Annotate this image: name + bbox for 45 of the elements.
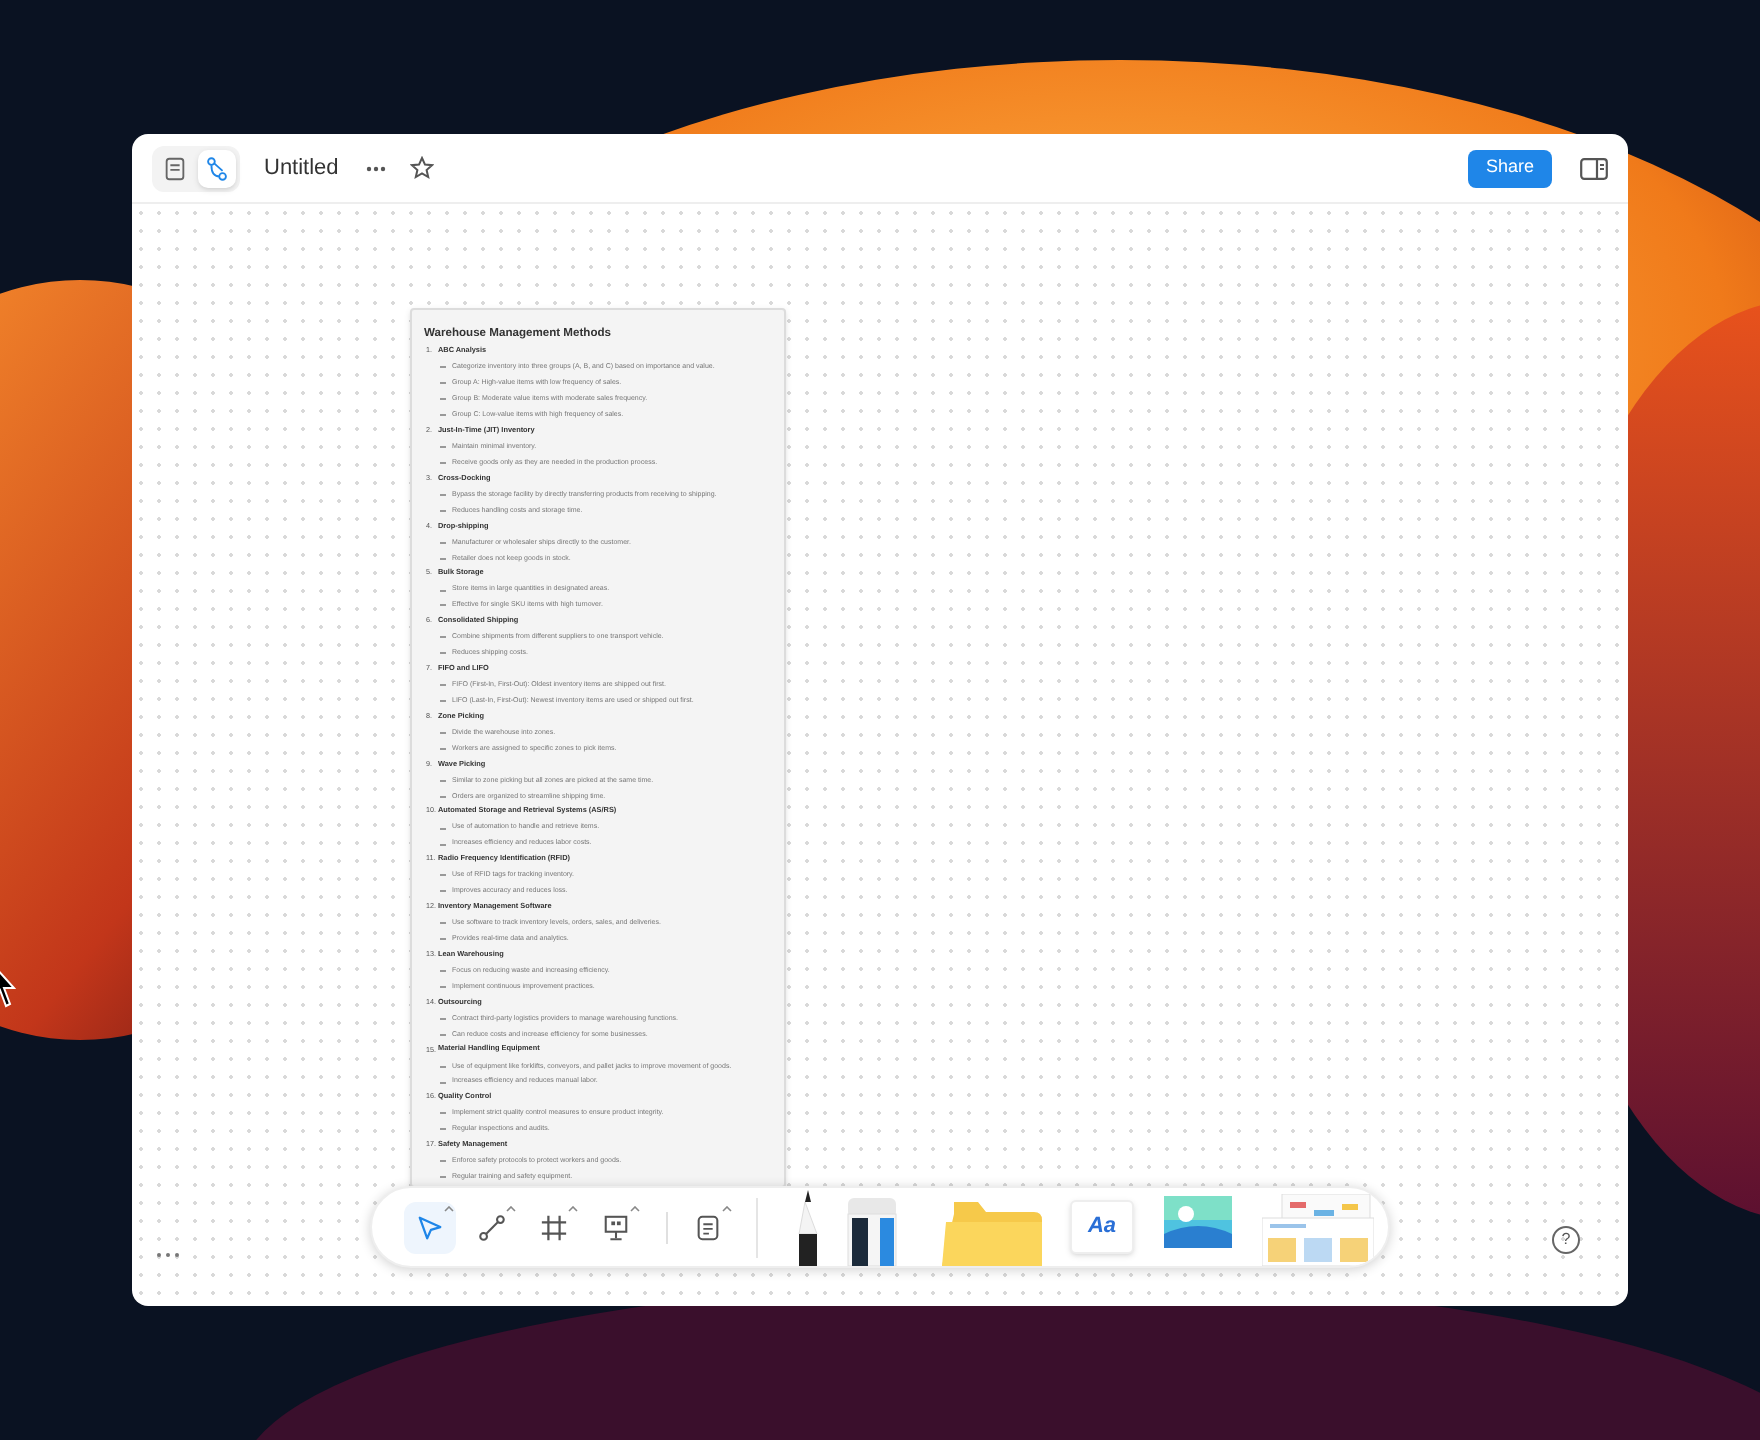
connector-icon [478,1213,506,1241]
marker-icon[interactable] [846,1198,898,1266]
bullet-dash [440,462,446,465]
image-card-icon[interactable] [1162,1194,1234,1250]
caret-icon[interactable] [568,1205,578,1211]
share-button[interactable]: Share [1467,149,1552,187]
more-icon[interactable] [156,1252,180,1258]
branch-icon [204,155,230,181]
bullet-dash [440,747,446,750]
bullet-dash [440,922,446,925]
bullet-dash [440,970,446,973]
bullet-dash [440,684,446,687]
document-icon [162,155,188,181]
bullet-dash [440,779,446,782]
whiteboard-view-tab[interactable] [198,149,236,187]
bullet-dash [440,1176,446,1179]
select-tool-button[interactable] [404,1201,456,1253]
more-icon[interactable] [366,165,387,171]
bullet-dash [440,509,446,512]
side-panel-icon[interactable] [1580,157,1608,179]
help-button[interactable]: ? [1552,1226,1580,1254]
pencil-icon[interactable] [798,1190,818,1266]
star-icon[interactable] [410,156,435,180]
bullet-dash [440,700,446,703]
window-title[interactable]: Untitled [264,151,339,185]
mouse-pointer-icon [0,968,16,1012]
presentation-icon [602,1213,630,1241]
document-icon [694,1213,722,1241]
text-style-card[interactable]: Aa [1070,1200,1134,1254]
bullet-dash [440,1017,446,1020]
caret-icon[interactable] [722,1205,732,1211]
caret-icon[interactable] [506,1205,516,1211]
select-pointer-icon [416,1213,444,1241]
bullet-dash [440,985,446,988]
document-card[interactable] [410,308,786,1188]
bullet-dash [440,938,446,941]
templates-icon[interactable] [1262,1194,1374,1266]
bullet-dash [440,414,446,417]
caret-icon[interactable] [630,1205,640,1211]
caret-icon[interactable] [444,1205,454,1211]
bullet-dash [440,493,446,496]
bullet-dash [440,446,446,449]
bullet-dash [440,1033,446,1036]
frame-icon [540,1213,568,1241]
bullet-dash [440,731,446,734]
